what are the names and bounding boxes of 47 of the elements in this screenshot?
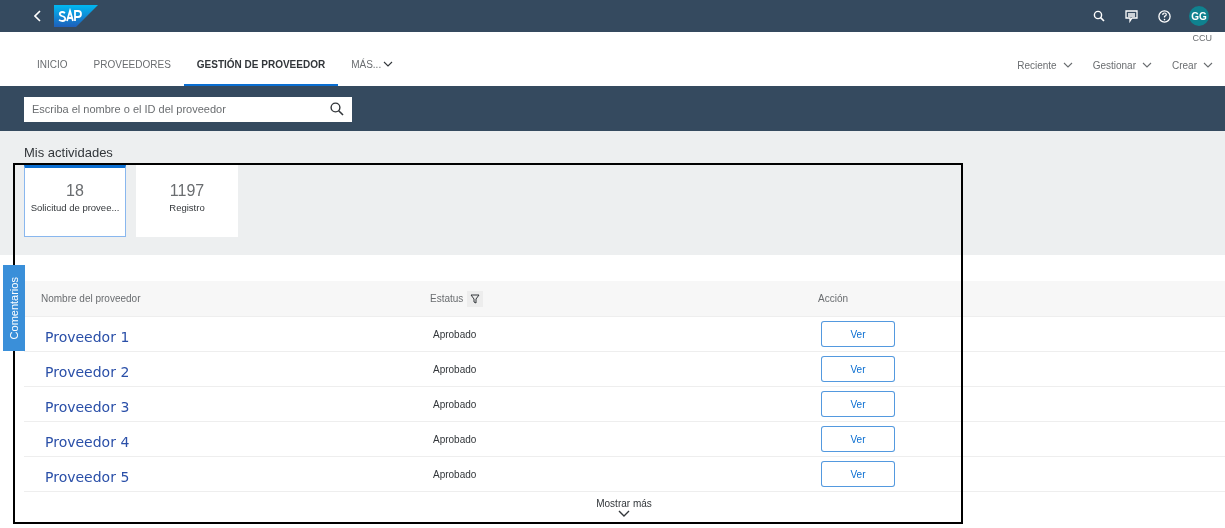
user-label: CCU (1192, 32, 1212, 44)
menu-button[interactable]: Reciente (1017, 57, 1073, 73)
tile-label: Registro (169, 201, 205, 215)
supplier-link[interactable]: Proveedor 4 (45, 425, 430, 453)
chevron-down-icon (1142, 62, 1152, 68)
back-icon[interactable] (34, 10, 42, 22)
tile-count: 18 (66, 181, 84, 201)
menu-button[interactable]: Crear (1172, 57, 1213, 73)
view-button[interactable]: Ver (821, 461, 895, 487)
user-avatar[interactable]: GG (1189, 6, 1209, 26)
tile-label: Solicitud de provee... (30, 201, 120, 215)
column-header: Nombre del proveedor (40, 292, 142, 306)
more-tab[interactable]: MÁS... (338, 44, 407, 86)
menu-button[interactable]: Gestionar (1092, 57, 1152, 73)
chevron-down-icon (1203, 62, 1213, 68)
supplier-link[interactable]: Proveedor 2 (45, 355, 430, 383)
chat-icon[interactable] (1125, 9, 1138, 23)
help-icon[interactable] (1158, 9, 1171, 23)
search-icon[interactable] (1093, 10, 1105, 22)
status-cell-text: Aprobado (433, 432, 478, 447)
sap-logo (54, 5, 98, 27)
view-button[interactable]: Ver (821, 321, 895, 347)
view-button[interactable]: Ver (821, 356, 895, 382)
filter-icon[interactable] (467, 290, 484, 307)
view-button[interactable]: Ver (821, 426, 895, 452)
supplier-link[interactable]: Proveedor 5 (45, 460, 430, 488)
status-cell-text: Aprobado (433, 362, 478, 377)
column-header: Acción (818, 292, 848, 306)
section-title: Mis actividades (24, 145, 114, 161)
status-cell-text: Aprobado (433, 397, 478, 412)
search-icon[interactable] (330, 102, 344, 116)
search-field[interactable]: Escriba el nombre o el ID del proveedor (24, 96, 352, 122)
status-cell-text: Aprobado (433, 467, 478, 482)
chevron-down-icon (383, 61, 394, 67)
show-more-button[interactable]: Mostrar más (596, 498, 652, 510)
chevron-down-icon (1062, 62, 1073, 68)
supplier-link[interactable]: Proveedor 3 (45, 390, 430, 418)
nav-tab[interactable]: INICIO (24, 44, 81, 86)
nav-tab[interactable]: PROVEEDORES (80, 44, 184, 86)
chevron-down-icon[interactable] (618, 510, 630, 517)
status-cell-text: Aprobado (433, 327, 478, 342)
activity-tile[interactable]: 18 Solicitud de provee... (24, 165, 126, 237)
tile-count: 1197 (169, 181, 205, 201)
view-button[interactable]: Ver (821, 391, 895, 417)
column-header: Estatus (430, 292, 464, 306)
activity-tile[interactable]: 1197 Registro (136, 165, 238, 237)
supplier-link[interactable]: Proveedor 1 (45, 320, 430, 348)
